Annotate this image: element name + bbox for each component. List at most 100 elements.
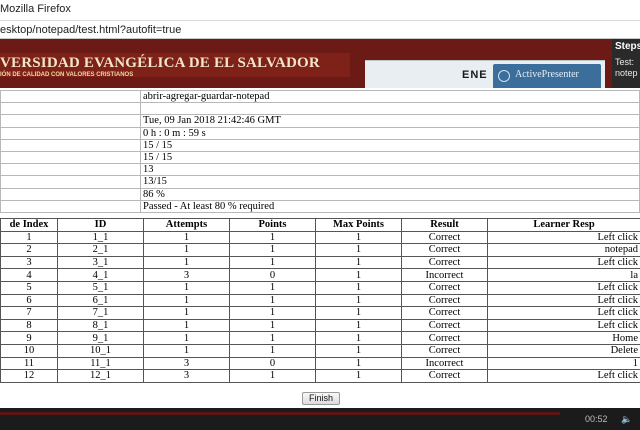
cell-max-points: 1 xyxy=(315,255,402,270)
cell-attempts: 1 xyxy=(143,280,230,295)
cell-slide-index: 12 xyxy=(0,369,58,383)
cell-result: Correct xyxy=(401,255,488,270)
cell-learner-response: Left click xyxy=(487,293,640,308)
url-text[interactable]: esktop/notepad/test.html?autofit=true xyxy=(0,24,181,36)
cell-id: 5_1 xyxy=(57,280,144,295)
cell-learner-response: la xyxy=(487,268,640,282)
cell-id: 3_1 xyxy=(57,255,144,270)
media-player-bar: 00:52 🔈 xyxy=(0,408,640,430)
table-row: 11 11_1 3 0 1 Incorrect 1 xyxy=(0,356,640,371)
cell-id: 11_1 xyxy=(57,356,144,371)
cell-max-points: 1 xyxy=(315,293,402,308)
cell-slide-index: 5 xyxy=(0,280,58,295)
summary-label xyxy=(0,163,141,177)
summary-value: 86 % xyxy=(140,187,640,201)
table-row: 2 2_1 1 1 1 Correct notepad xyxy=(0,243,640,257)
summary-label xyxy=(0,114,141,128)
cell-learner-response: Left click xyxy=(487,369,640,383)
cell-attempts: 1 xyxy=(143,343,230,358)
university-name: VERSIDAD EVANGÉLICA DE EL SALVADOR xyxy=(0,55,320,71)
column-header-id: ID xyxy=(57,218,144,232)
steps-panel: Steps Test: notep xyxy=(612,39,640,88)
cell-slide-index: 6 xyxy=(0,293,58,308)
table-row: 4 4_1 3 0 1 Incorrect la xyxy=(0,268,640,282)
cell-id: 10_1 xyxy=(57,343,144,358)
cell-slide-index: 11 xyxy=(0,356,58,371)
cell-result: Incorrect xyxy=(401,268,488,282)
cell-attempts: 3 xyxy=(143,369,230,383)
cell-slide-index: 4 xyxy=(0,268,58,282)
cell-max-points: 1 xyxy=(315,230,402,245)
column-header-slide-index: de Index xyxy=(0,218,58,232)
volume-icon[interactable]: 🔈 xyxy=(621,414,632,425)
cell-learner-response: Left click xyxy=(487,255,640,270)
cell-learner-response: Left click xyxy=(487,230,640,245)
cell-slide-index: 10 xyxy=(0,343,58,358)
cell-result: Correct xyxy=(401,293,488,308)
summary-row: 86 % xyxy=(0,187,640,201)
column-header-points: Points xyxy=(229,218,316,232)
summary-label xyxy=(0,102,141,116)
cell-points: 0 xyxy=(229,356,316,371)
summary-label xyxy=(0,187,141,201)
table-row: 8 8_1 1 1 1 Correct Left click xyxy=(0,318,640,333)
finish-button[interactable]: Finish xyxy=(302,392,340,405)
column-header-attempts: Attempts xyxy=(143,218,230,232)
cell-result: Incorrect xyxy=(401,356,488,371)
cell-id: 9_1 xyxy=(57,331,144,345)
playback-time: 00:52 xyxy=(585,414,608,424)
panel-text: ENE xyxy=(462,69,488,81)
cell-max-points: 1 xyxy=(315,280,402,295)
cell-max-points: 1 xyxy=(315,318,402,333)
cell-result: Correct xyxy=(401,306,488,320)
cell-result: Correct xyxy=(401,243,488,257)
column-header-result: Result xyxy=(401,218,488,232)
course-banner: VERSIDAD EVANGÉLICA DE EL SALVADOR IÓN D… xyxy=(0,39,640,88)
table-row: 6 6_1 1 1 1 Correct Left click xyxy=(0,293,640,308)
cell-max-points: 1 xyxy=(315,268,402,282)
cell-id: 4_1 xyxy=(57,268,144,282)
cell-id: 12_1 xyxy=(57,369,144,383)
cell-slide-index: 7 xyxy=(0,306,58,320)
summary-value: 13/15 xyxy=(140,175,640,189)
summary-value xyxy=(140,102,640,116)
summary-table: abrir-agregar-guardar-notepad Tue, 09 Ja… xyxy=(0,89,640,213)
steps-line: notep xyxy=(615,68,638,78)
summary-row xyxy=(0,102,640,116)
table-row: 5 5_1 1 1 1 Correct Left click xyxy=(0,280,640,295)
seek-bar[interactable] xyxy=(0,412,560,415)
cell-id: 7_1 xyxy=(57,306,144,320)
cell-points: 0 xyxy=(229,268,316,282)
summary-row: Passed - At least 80 % required xyxy=(0,199,640,213)
summary-value: 13 xyxy=(140,163,640,177)
cell-slide-index: 1 xyxy=(0,230,58,245)
results-table: de Index ID Attempts Points Max Points R… xyxy=(0,218,640,383)
summary-row: 13 xyxy=(0,163,640,177)
cell-attempts: 1 xyxy=(143,331,230,345)
summary-value: 15 / 15 xyxy=(140,138,640,152)
cell-attempts: 1 xyxy=(143,230,230,245)
cell-slide-index: 2 xyxy=(0,243,58,257)
cell-max-points: 1 xyxy=(315,331,402,345)
steps-header: Steps xyxy=(615,41,640,52)
cell-learner-response: Left click xyxy=(487,306,640,320)
cell-result: Correct xyxy=(401,369,488,383)
activepresenter-icon xyxy=(498,70,510,82)
cell-points: 1 xyxy=(229,318,316,333)
summary-label xyxy=(0,138,141,152)
results-body: 1 1_1 1 1 1 Correct Left click 2 2_1 1 1 1 Correct no… xyxy=(0,230,640,383)
cell-attempts: 1 xyxy=(143,243,230,257)
cell-max-points: 1 xyxy=(315,369,402,383)
window-titlebar: Mozilla Firefox xyxy=(0,0,640,21)
activepresenter-label: ActivePresenter xyxy=(515,69,579,80)
cell-result: Correct xyxy=(401,280,488,295)
cell-points: 1 xyxy=(229,280,316,295)
cell-learner-response: Left click xyxy=(487,318,640,333)
summary-row: Tue, 09 Jan 2018 21:42:46 GMT xyxy=(0,114,640,128)
table-row: 12 12_1 3 1 1 Correct Left click xyxy=(0,369,640,383)
cell-points: 1 xyxy=(229,306,316,320)
cell-slide-index: 8 xyxy=(0,318,58,333)
summary-label xyxy=(0,89,141,104)
summary-value: abrir-agregar-guardar-notepad xyxy=(140,89,640,104)
address-bar[interactable]: esktop/notepad/test.html?autofit=true xyxy=(0,21,640,39)
